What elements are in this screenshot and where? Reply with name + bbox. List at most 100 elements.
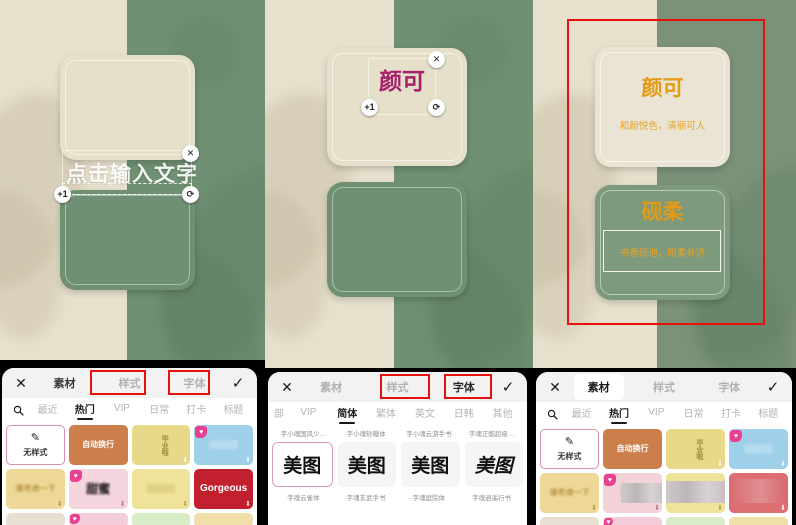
category-vip[interactable]: VIP [639, 407, 674, 421]
style-cell[interactable]: Gorgeous ⬇ [194, 469, 253, 509]
rotate-handle[interactable]: ⟳ [428, 99, 445, 116]
style-cell-label: 毕业啦 [695, 438, 703, 460]
category-all[interactable]: 部 [274, 405, 288, 423]
style-cell[interactable]: 请考虑一下 ⬇ [540, 473, 599, 513]
style-cell[interactable]: 毕业啦 ⬇ [666, 429, 725, 469]
close-icon[interactable]: ✕ [10, 375, 32, 392]
vip-badge-icon: ♥ [604, 474, 616, 486]
category-vip[interactable]: VIP [104, 403, 139, 417]
style-cell[interactable] [666, 517, 725, 525]
style-cell[interactable]: 自动换行 [68, 425, 128, 465]
category-hot[interactable]: 热门 [601, 405, 636, 423]
style-cell[interactable]: 自动换行 [603, 429, 662, 469]
style-cell[interactable]: ▒▒▒▒▒ ⬇ [131, 469, 191, 509]
style-cell-label: 无样式 [557, 451, 582, 461]
card-top-empty[interactable] [60, 55, 195, 160]
tab-style[interactable]: 样式 [639, 374, 689, 400]
category-checkin[interactable]: 打卡 [179, 401, 214, 419]
style-cell[interactable] [6, 513, 65, 525]
download-icon: ⬇ [182, 501, 189, 508]
style-cell[interactable]: 毕业啦 ⬇ [131, 425, 191, 465]
canvas-placeholder-text[interactable]: 点击输入文字 [66, 158, 198, 188]
add-layer-handle[interactable]: +1 [361, 99, 378, 116]
download-icon: ⬇ [654, 505, 660, 512]
annotation-box-style-tab [90, 370, 146, 395]
style-cell-none[interactable]: ✎ 无样式 [540, 429, 599, 469]
confirm-icon[interactable]: ✓ [227, 374, 249, 392]
search-icon[interactable] [8, 405, 28, 416]
vip-badge-icon: ♥ [195, 426, 208, 438]
style-cell[interactable]: ⬇ [666, 473, 725, 513]
card-title-text[interactable]: 颜可 [368, 62, 436, 96]
style-cell-label: Gorgeous [200, 482, 248, 494]
category-vip[interactable]: VIP [290, 407, 327, 421]
font-name[interactable]: 字小魂国风少… [272, 428, 335, 438]
style-cell[interactable]: ♥ ▒▒▒▒▒ ⬇ [729, 429, 788, 469]
font-sample-cell[interactable]: 美图 [464, 442, 523, 487]
confirm-icon[interactable]: ✓ [497, 378, 519, 396]
style-cell[interactable]: ♥ ▒▒▒▒▒ ⬇ [194, 425, 253, 465]
font-name[interactable]: 字魂庭院体 [398, 492, 461, 502]
style-cell[interactable]: 请考虑一下 ⬇ [6, 469, 65, 509]
vip-badge-icon: ♥ [730, 430, 742, 442]
font-sample-glyph: 美图 [347, 455, 386, 477]
search-icon[interactable] [542, 409, 562, 420]
font-sample-cell[interactable]: 美图 [272, 442, 333, 487]
category-recent[interactable]: 最近 [30, 401, 65, 419]
annotation-box-font-tab [168, 370, 210, 395]
confirm-icon[interactable]: ✓ [762, 378, 784, 396]
annotation-box-style-tab [380, 374, 430, 399]
style-cell[interactable]: ♥ [68, 513, 128, 525]
font-name[interactable]: 字魂正酷超级… [460, 428, 523, 438]
category-recent[interactable]: 最近 [564, 405, 599, 423]
style-cell[interactable] [131, 513, 191, 525]
tab-material[interactable]: 素材 [573, 374, 624, 400]
style-cell[interactable] [194, 513, 253, 525]
category-daily[interactable]: 日常 [676, 405, 711, 423]
category-bar-1: 最近 热门 VIP 日常 打卡 标题 [2, 398, 257, 422]
delete-handle[interactable]: ✕ [428, 51, 445, 68]
category-title[interactable]: 标题 [751, 405, 786, 423]
tab-material[interactable]: 素材 [306, 374, 356, 400]
font-name[interactable]: 字小魂云游手书 [398, 428, 461, 438]
category-checkin[interactable]: 打卡 [713, 405, 748, 423]
style-cell[interactable]: ♥ 甜蜜 ⬇ [603, 473, 662, 513]
font-sample-cell[interactable]: 美图 [401, 442, 460, 487]
category-title[interactable]: 标题 [216, 401, 251, 419]
tab-material[interactable]: 素材 [40, 370, 90, 396]
card-bottom-empty[interactable] [60, 190, 195, 290]
style-cell[interactable] [729, 517, 788, 525]
tab-font[interactable]: 字体 [704, 374, 754, 400]
font-sample-cell[interactable]: 美图 [337, 442, 396, 487]
font-name[interactable]: 字魂逍遥行书 [460, 492, 523, 502]
font-name[interactable]: 字魂云雀体 [272, 492, 335, 502]
category-english[interactable]: 英文 [406, 405, 443, 423]
style-cell[interactable]: ♥ 甜蜜 ⬇ [68, 469, 128, 509]
font-name[interactable]: 字魂玄武手书 [335, 492, 398, 502]
category-other[interactable]: 其他 [484, 405, 521, 423]
design-canvas-1[interactable]: 点击输入文字 +1 ✕ ⟳ [0, 0, 265, 360]
style-cell[interactable]: ⬇ [729, 473, 788, 513]
font-name-row-top: 字小魂国风少… 字小魂砂糖体 字小魂云游手书 字魂正酷超级… [268, 426, 527, 439]
card-bottom-empty[interactable] [327, 182, 467, 297]
design-canvas-2[interactable]: 颜可 +1 ✕ ⟳ [265, 0, 533, 368]
font-name[interactable]: 字小魂砂糖体 [335, 428, 398, 438]
add-layer-handle[interactable]: +1 [54, 186, 71, 203]
category-simplified[interactable]: 简体 [329, 405, 366, 423]
close-icon[interactable]: ✕ [544, 379, 566, 396]
style-cell[interactable] [540, 517, 599, 525]
category-traditional[interactable]: 繁体 [368, 405, 405, 423]
delete-handle[interactable]: ✕ [182, 145, 199, 162]
category-jp-kr[interactable]: 日韩 [445, 405, 482, 423]
category-hot[interactable]: 热门 [67, 401, 102, 419]
font-sample-glyph: 美图 [411, 455, 450, 477]
download-icon: ⬇ [780, 505, 786, 512]
panel-step-3: 颜可 和颜悦色，清丽可人 砚柔 书香砚池，刚柔并济 ✕ 素材 样式 字体 ✓ 最… [533, 0, 796, 525]
style-cell[interactable]: ♥ [603, 517, 662, 525]
style-cell-label: 毕业啦 [161, 434, 169, 456]
style-cell-none[interactable]: ✎ 无样式 [6, 425, 65, 465]
category-daily[interactable]: 日常 [142, 401, 177, 419]
close-icon[interactable]: ✕ [276, 379, 298, 396]
design-canvas-3[interactable]: 颜可 和颜悦色，清丽可人 砚柔 书香砚池，刚柔并济 [533, 0, 796, 368]
rotate-handle[interactable]: ⟳ [182, 186, 199, 203]
